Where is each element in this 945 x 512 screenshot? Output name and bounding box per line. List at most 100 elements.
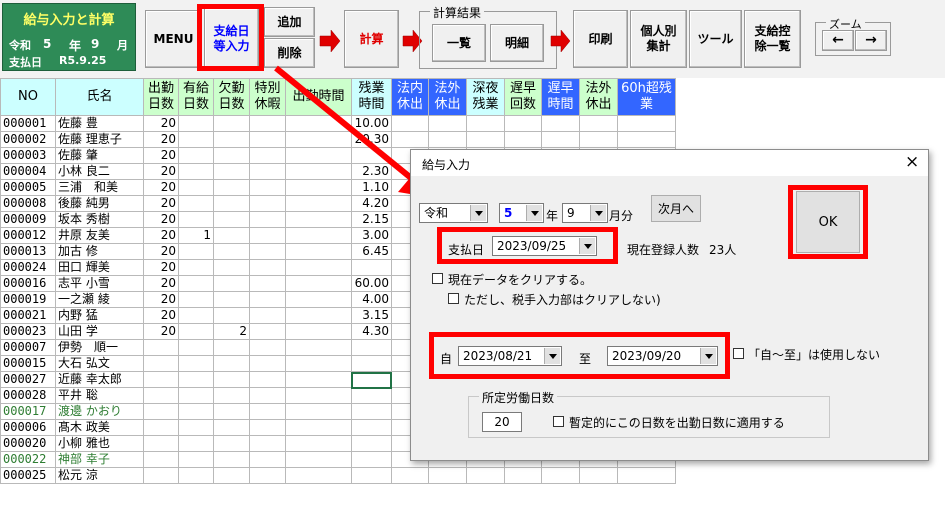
overtime-cell[interactable]: 3.00 bbox=[351, 227, 392, 244]
paid-leave-cell[interactable] bbox=[178, 115, 214, 132]
employee-name[interactable]: 平井 聡 bbox=[55, 387, 144, 404]
print-button[interactable]: 印刷 bbox=[573, 10, 628, 68]
chevron-down-icon[interactable] bbox=[470, 205, 486, 221]
workdays-input[interactable]: 20 bbox=[482, 412, 522, 432]
employee-code[interactable]: 000024 bbox=[0, 259, 56, 276]
overtime-cell[interactable]: 6.45 bbox=[351, 243, 392, 260]
work-hours-cell[interactable] bbox=[285, 355, 352, 372]
col-header-absent-days[interactable]: 欠勤 日数 bbox=[213, 78, 250, 116]
col-header-no[interactable]: NO bbox=[0, 78, 56, 116]
absent-days-cell[interactable] bbox=[213, 387, 250, 404]
work-days-cell[interactable] bbox=[143, 355, 179, 372]
nonlegal-holiday-2-cell[interactable] bbox=[579, 115, 618, 132]
employee-code[interactable]: 000027 bbox=[0, 371, 56, 388]
employee-code[interactable]: 000020 bbox=[0, 435, 56, 452]
work-days-cell[interactable]: 20 bbox=[143, 163, 179, 180]
chevron-down-icon[interactable] bbox=[590, 205, 606, 221]
zoom-in-button[interactable]: → bbox=[855, 30, 887, 51]
month-select[interactable]: 9 bbox=[562, 203, 608, 223]
paid-leave-cell[interactable] bbox=[178, 419, 214, 436]
overtime-cell[interactable] bbox=[351, 435, 392, 452]
work-days-cell[interactable]: 20 bbox=[143, 227, 179, 244]
employee-code[interactable]: 000007 bbox=[0, 339, 56, 356]
overtime-cell[interactable]: 3.15 bbox=[351, 307, 392, 324]
work-days-cell[interactable]: 20 bbox=[143, 243, 179, 260]
col-header-work-days[interactable]: 出勤 日数 bbox=[143, 78, 179, 116]
special-leave-cell[interactable] bbox=[249, 243, 286, 260]
late-early-hours-cell[interactable] bbox=[541, 467, 580, 484]
employee-name[interactable]: 松元 涼 bbox=[55, 467, 144, 484]
work-hours-cell[interactable] bbox=[285, 371, 352, 388]
employee-code[interactable]: 000019 bbox=[0, 291, 56, 308]
work-days-cell[interactable] bbox=[143, 371, 179, 388]
employee-code[interactable]: 000028 bbox=[0, 387, 56, 404]
paid-leave-cell[interactable] bbox=[178, 451, 214, 468]
year-select[interactable]: 5 bbox=[499, 203, 544, 223]
employee-code[interactable]: 000022 bbox=[0, 451, 56, 468]
list-button[interactable]: 一覧 bbox=[432, 24, 486, 62]
employee-name[interactable]: 三浦 和美 bbox=[55, 179, 144, 196]
special-leave-cell[interactable] bbox=[249, 451, 286, 468]
col-header-paid-leave[interactable]: 有給 日数 bbox=[178, 78, 214, 116]
late-early-hours-cell[interactable] bbox=[541, 131, 580, 148]
absent-days-cell[interactable] bbox=[213, 211, 250, 228]
employee-code[interactable]: 000021 bbox=[0, 307, 56, 324]
employee-name[interactable]: 後藤 純男 bbox=[55, 195, 144, 212]
employee-name[interactable]: 内野 猛 bbox=[55, 307, 144, 324]
absent-days-cell[interactable] bbox=[213, 259, 250, 276]
employee-code[interactable]: 000013 bbox=[0, 243, 56, 260]
per-person-summary-button[interactable]: 個人別 集計 bbox=[630, 10, 687, 68]
work-days-cell[interactable]: 20 bbox=[143, 211, 179, 228]
special-leave-cell[interactable] bbox=[249, 275, 286, 292]
special-leave-cell[interactable] bbox=[249, 355, 286, 372]
special-leave-cell[interactable] bbox=[249, 371, 286, 388]
absent-days-cell[interactable] bbox=[213, 163, 250, 180]
employee-name[interactable]: 加古 修 bbox=[55, 243, 144, 260]
overtime-cell[interactable] bbox=[351, 259, 392, 276]
employee-name[interactable]: 佐藤 理恵子 bbox=[55, 131, 144, 148]
employee-code[interactable]: 000005 bbox=[0, 179, 56, 196]
nonlegal-holiday-2-cell[interactable] bbox=[579, 131, 618, 148]
employee-name[interactable]: 神部 幸子 bbox=[55, 451, 144, 468]
work-hours-cell[interactable] bbox=[285, 403, 352, 420]
employee-code[interactable]: 000016 bbox=[0, 275, 56, 292]
absent-days-cell[interactable]: 2 bbox=[213, 323, 250, 340]
paid-leave-cell[interactable] bbox=[178, 163, 214, 180]
col-header-late-early-count[interactable]: 遅早 回数 bbox=[504, 78, 542, 116]
overtime-cell[interactable] bbox=[351, 355, 392, 372]
paid-leave-cell[interactable] bbox=[178, 211, 214, 228]
absent-days-cell[interactable] bbox=[213, 179, 250, 196]
work-days-cell[interactable]: 20 bbox=[143, 195, 179, 212]
paid-leave-cell[interactable] bbox=[178, 467, 214, 484]
late-early-count-cell[interactable] bbox=[504, 131, 542, 148]
work-hours-cell[interactable] bbox=[285, 419, 352, 436]
special-leave-cell[interactable] bbox=[249, 259, 286, 276]
paid-leave-cell[interactable] bbox=[178, 323, 214, 340]
work-days-cell[interactable] bbox=[143, 403, 179, 420]
special-leave-cell[interactable] bbox=[249, 211, 286, 228]
keep-tax-input-checkbox[interactable] bbox=[448, 293, 459, 304]
work-days-cell[interactable] bbox=[143, 419, 179, 436]
paid-leave-cell[interactable] bbox=[178, 435, 214, 452]
late-early-hours-cell[interactable] bbox=[541, 115, 580, 132]
absent-days-cell[interactable] bbox=[213, 339, 250, 356]
work-hours-cell[interactable] bbox=[285, 243, 352, 260]
paid-leave-cell[interactable] bbox=[178, 275, 214, 292]
employee-code[interactable]: 000025 bbox=[0, 467, 56, 484]
paid-leave-cell[interactable] bbox=[178, 403, 214, 420]
employee-name[interactable]: 近藤 幸太郎 bbox=[55, 371, 144, 388]
overtime-cell[interactable] bbox=[351, 451, 392, 468]
absent-days-cell[interactable] bbox=[213, 403, 250, 420]
over-60h-cell[interactable] bbox=[617, 115, 676, 132]
work-days-cell[interactable]: 20 bbox=[143, 115, 179, 132]
employee-name[interactable]: 志平 小雪 bbox=[55, 275, 144, 292]
special-leave-cell[interactable] bbox=[249, 291, 286, 308]
absent-days-cell[interactable] bbox=[213, 131, 250, 148]
overtime-cell[interactable]: 4.30 bbox=[351, 323, 392, 340]
col-header-late-early-hours[interactable]: 遅早 時間 bbox=[541, 78, 580, 116]
employee-name[interactable]: 小林 良二 bbox=[55, 163, 144, 180]
work-days-cell[interactable] bbox=[143, 451, 179, 468]
employee-code[interactable]: 000008 bbox=[0, 195, 56, 212]
next-month-button[interactable]: 次月へ bbox=[651, 195, 701, 222]
work-hours-cell[interactable] bbox=[285, 387, 352, 404]
